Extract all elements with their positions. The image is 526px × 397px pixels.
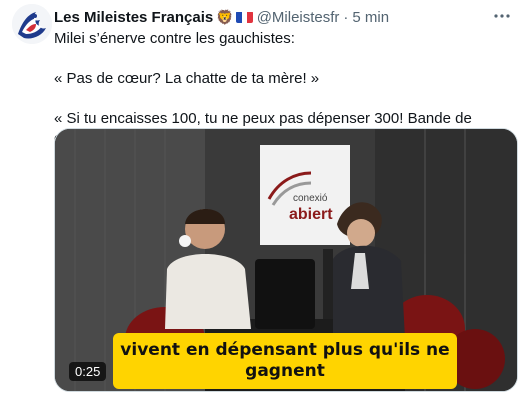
tweet-header: Les Mileistes Français 🦁 @Mileistesfr · … <box>54 7 510 27</box>
timestamp[interactable]: 5 min <box>352 9 389 26</box>
tweet-line: Milei s’énerve contre les gauchistes: <box>54 30 295 47</box>
video-player[interactable]: conexió abiert vivent en dépensant plus … <box>54 128 518 392</box>
tweet-line: « Pas de cœur? La chatte de ta mère! » <box>54 70 320 87</box>
lion-emoji: 🦁 <box>216 8 234 25</box>
video-duration: 0:25 <box>69 362 107 381</box>
sign-text-1: conexió <box>293 193 328 204</box>
more-icon[interactable] <box>492 6 512 26</box>
author-name[interactable]: Les Mileistes Français <box>54 9 213 26</box>
separator-dot: · <box>343 8 349 26</box>
avatar[interactable] <box>12 4 52 44</box>
french-flag-icon <box>235 11 253 23</box>
author-handle[interactable]: @Mileistesfr <box>257 9 340 26</box>
video-subtitle: vivent en dépensant plus qu'ils ne gagne… <box>113 333 457 389</box>
avatar-image <box>12 4 52 44</box>
sign-text-2: abiert <box>289 206 333 223</box>
